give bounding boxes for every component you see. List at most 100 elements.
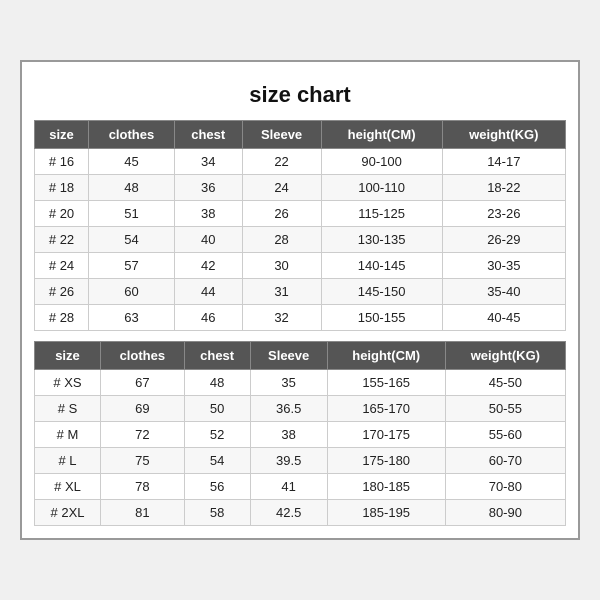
table2-header: size clothes chest Sleeve height(CM) wei…: [35, 342, 566, 370]
table-row: # 2XL815842.5185-19580-90: [35, 500, 566, 526]
table-cell: 44: [174, 279, 242, 305]
table-cell: # XL: [35, 474, 101, 500]
table-cell: 185-195: [327, 500, 445, 526]
table-cell: 50: [184, 396, 250, 422]
table-cell: 31: [242, 279, 321, 305]
table-cell: 45: [89, 149, 175, 175]
table2-body: # XS674835155-16545-50# S695036.5165-170…: [35, 370, 566, 526]
table-cell: 54: [184, 448, 250, 474]
table-cell: # 26: [35, 279, 89, 305]
table-row: # 1645342290-10014-17: [35, 149, 566, 175]
table-cell: 80-90: [445, 500, 565, 526]
table-cell: 115-125: [321, 201, 442, 227]
table-cell: 23-26: [442, 201, 565, 227]
size-chart-card: size chart size clothes chest Sleeve hei…: [20, 60, 580, 540]
table-cell: 170-175: [327, 422, 445, 448]
col-height-2: height(CM): [327, 342, 445, 370]
table-cell: 38: [250, 422, 327, 448]
table-cell: 51: [89, 201, 175, 227]
table-row: # 28634632150-15540-45: [35, 305, 566, 331]
table-cell: 48: [89, 175, 175, 201]
table-cell: # 22: [35, 227, 89, 253]
table-row: # S695036.5165-17050-55: [35, 396, 566, 422]
size-table-2: size clothes chest Sleeve height(CM) wei…: [34, 341, 566, 526]
table-cell: 50-55: [445, 396, 565, 422]
table-cell: 45-50: [445, 370, 565, 396]
col-clothes-2: clothes: [100, 342, 184, 370]
table-cell: 48: [184, 370, 250, 396]
table-cell: 57: [89, 253, 175, 279]
table-cell: 81: [100, 500, 184, 526]
table-cell: # 20: [35, 201, 89, 227]
table-cell: 78: [100, 474, 184, 500]
table-cell: 26: [242, 201, 321, 227]
table-cell: 52: [184, 422, 250, 448]
table-cell: 54: [89, 227, 175, 253]
table-cell: # M: [35, 422, 101, 448]
table-row: # 24574230140-14530-35: [35, 253, 566, 279]
table-cell: # 18: [35, 175, 89, 201]
table-cell: 22: [242, 149, 321, 175]
table-cell: # L: [35, 448, 101, 474]
table-cell: 63: [89, 305, 175, 331]
table-cell: # S: [35, 396, 101, 422]
table-cell: 150-155: [321, 305, 442, 331]
table-cell: 72: [100, 422, 184, 448]
table-cell: 38: [174, 201, 242, 227]
table-cell: 41: [250, 474, 327, 500]
table-cell: 67: [100, 370, 184, 396]
table-cell: 130-135: [321, 227, 442, 253]
table-cell: 30: [242, 253, 321, 279]
table-cell: 175-180: [327, 448, 445, 474]
table-cell: 36: [174, 175, 242, 201]
col-chest-2: chest: [184, 342, 250, 370]
size-table-1: size clothes chest Sleeve height(CM) wei…: [34, 120, 566, 331]
table-cell: 58: [184, 500, 250, 526]
table-cell: # XS: [35, 370, 101, 396]
table-cell: 60: [89, 279, 175, 305]
table-cell: 28: [242, 227, 321, 253]
table-row: # XL785641180-18570-80: [35, 474, 566, 500]
table-cell: 100-110: [321, 175, 442, 201]
table-cell: 30-35: [442, 253, 565, 279]
table-cell: 180-185: [327, 474, 445, 500]
table-cell: 42.5: [250, 500, 327, 526]
col-weight-1: weight(KG): [442, 121, 565, 149]
table-cell: 26-29: [442, 227, 565, 253]
table-cell: 39.5: [250, 448, 327, 474]
col-size-1: size: [35, 121, 89, 149]
col-size-2: size: [35, 342, 101, 370]
table-cell: # 24: [35, 253, 89, 279]
table-cell: 36.5: [250, 396, 327, 422]
table-cell: 69: [100, 396, 184, 422]
table-cell: 75: [100, 448, 184, 474]
table-row: # M725238170-17555-60: [35, 422, 566, 448]
table-cell: # 2XL: [35, 500, 101, 526]
table-cell: 32: [242, 305, 321, 331]
table-cell: 90-100: [321, 149, 442, 175]
table-row: # 18483624100-11018-22: [35, 175, 566, 201]
table-cell: 42: [174, 253, 242, 279]
col-clothes-1: clothes: [89, 121, 175, 149]
section-gap: [34, 331, 566, 341]
table-cell: 145-150: [321, 279, 442, 305]
table-row: # 22544028130-13526-29: [35, 227, 566, 253]
table-row: # XS674835155-16545-50: [35, 370, 566, 396]
col-chest-1: chest: [174, 121, 242, 149]
table-cell: 70-80: [445, 474, 565, 500]
col-height-1: height(CM): [321, 121, 442, 149]
table-cell: # 28: [35, 305, 89, 331]
table-cell: 60-70: [445, 448, 565, 474]
table-cell: 56: [184, 474, 250, 500]
table-cell: 40: [174, 227, 242, 253]
table-cell: 165-170: [327, 396, 445, 422]
table-cell: 140-145: [321, 253, 442, 279]
table-cell: 34: [174, 149, 242, 175]
table-cell: 14-17: [442, 149, 565, 175]
table-cell: 35-40: [442, 279, 565, 305]
table-cell: 35: [250, 370, 327, 396]
table-cell: 18-22: [442, 175, 565, 201]
table-cell: 55-60: [445, 422, 565, 448]
table-cell: 40-45: [442, 305, 565, 331]
table-row: # 20513826115-12523-26: [35, 201, 566, 227]
